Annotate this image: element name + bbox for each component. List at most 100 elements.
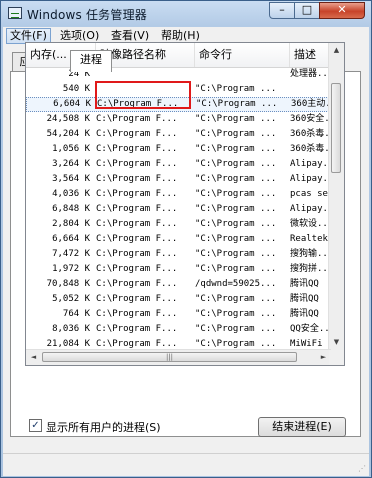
description-cell: 360杀毒... bbox=[290, 144, 331, 154]
vertical-scroll-thumb[interactable] bbox=[331, 83, 341, 173]
end-process-button[interactable]: 结束进程(E) bbox=[258, 417, 346, 437]
table-row[interactable]: 70,848 K C:\Program F... /qdwnd=59025... 腾讯… bbox=[26, 277, 331, 292]
memory-cell: 1,056 K bbox=[52, 144, 90, 154]
table-row[interactable]: 8,036 K C:\Program F... "C:\Program ... QQ安… bbox=[26, 322, 331, 337]
tab-processes[interactable]: 进程 bbox=[70, 50, 112, 72]
description-cell: 360杀毒... bbox=[290, 129, 331, 139]
table-row[interactable]: 540 K "C:\Program ... bbox=[26, 82, 331, 97]
process-list[interactable]: 内存(... 映像路径名称 命令行 描述 24 K 处理器... 540 K "C:\… bbox=[25, 42, 345, 366]
description-cell: 搜狗拼... bbox=[290, 264, 331, 274]
description-cell: 腾讯QQ bbox=[290, 309, 319, 319]
image-path-cell: C:\Program F... bbox=[96, 249, 178, 259]
table-row[interactable]: 5,052 K C:\Program F... "C:\Program ... 腾讯Q… bbox=[26, 292, 331, 307]
image-path-cell: C:\Program F... bbox=[96, 114, 178, 124]
image-path-cell: C:\Program F... bbox=[96, 264, 178, 274]
memory-cell: 3,564 K bbox=[52, 174, 90, 184]
title-bar[interactable]: Windows 任务管理器 – □ ✕ bbox=[1, 1, 371, 27]
image-path-cell: C:\Program F... bbox=[96, 144, 178, 154]
description-cell: 搜狗输... bbox=[290, 249, 331, 259]
table-row[interactable]: 4,036 K C:\Program F... "C:\Program ... pca… bbox=[26, 187, 331, 202]
description-cell: Alipay... bbox=[290, 204, 331, 214]
command-line-cell: "C:\Program ... bbox=[195, 129, 277, 139]
command-line-cell: "C:\Program ... bbox=[195, 144, 277, 154]
description-cell: 360安全... bbox=[290, 114, 331, 124]
memory-cell: 2,804 K bbox=[52, 219, 90, 229]
memory-cell: 8,036 K bbox=[52, 324, 90, 334]
memory-cell: 6,848 K bbox=[52, 204, 90, 214]
description-cell: Realtek... bbox=[290, 234, 331, 244]
table-row[interactable]: 6,848 K C:\Program F... "C:\Program ... Ali… bbox=[26, 202, 331, 217]
command-line-cell: /qdwnd=59025... bbox=[195, 279, 277, 289]
memory-cell: 5,052 K bbox=[52, 294, 90, 304]
description-cell: pcas se... bbox=[290, 189, 331, 199]
memory-cell: 6,664 K bbox=[52, 234, 90, 244]
table-row[interactable]: 3,264 K C:\Program F... "C:\Program ... Ali… bbox=[26, 157, 331, 172]
image-path-cell: C:\Program F... bbox=[96, 309, 178, 319]
command-line-cell: "C:\Program ... bbox=[195, 159, 277, 169]
scrollbar-corner bbox=[329, 350, 344, 365]
description-cell: 360主动... bbox=[291, 99, 332, 109]
column-command-line[interactable]: 命令行 bbox=[195, 43, 290, 67]
description-cell: QQ安全... bbox=[290, 324, 331, 334]
memory-cell: 540 K bbox=[62, 84, 90, 94]
memory-cell: 7,472 K bbox=[52, 249, 90, 259]
show-all-users-checkbox[interactable]: ✓ bbox=[29, 419, 42, 432]
scroll-up-arrow-icon[interactable]: ▲ bbox=[329, 43, 344, 58]
vertical-scrollbar[interactable]: ▲ ▼ bbox=[328, 43, 344, 350]
status-bar: ⋰ bbox=[3, 453, 369, 476]
image-path-cell: C:\Program F... bbox=[97, 99, 179, 109]
description-cell: Alipay... bbox=[290, 159, 331, 169]
memory-cell: 70,848 K bbox=[46, 279, 90, 289]
image-path-cell: C:\Program F... bbox=[96, 219, 178, 229]
task-manager-window: Windows 任务管理器 – □ ✕ 文件(F) 选项(O) 查看(V) 帮助… bbox=[0, 0, 372, 478]
table-row[interactable]: 6,604 K C:\Program F... "C:\Program ... 360… bbox=[26, 97, 332, 112]
memory-cell: 764 K bbox=[62, 309, 90, 319]
window-title: Windows 任务管理器 bbox=[27, 8, 147, 22]
horizontal-scroll-thumb[interactable]: ||| bbox=[42, 352, 297, 362]
command-line-cell: "C:\Program ... bbox=[195, 324, 277, 334]
memory-cell: 1,972 K bbox=[52, 264, 90, 274]
description-cell: 处理器... bbox=[290, 69, 331, 79]
task-manager-app-icon bbox=[8, 7, 22, 19]
command-line-cell: "C:\Program ... bbox=[195, 294, 277, 304]
command-line-cell: "C:\Program ... bbox=[195, 309, 277, 319]
command-line-cell: "C:\Program ... bbox=[195, 249, 277, 259]
show-all-users-label[interactable]: 显示所有用户的进程(S) bbox=[46, 419, 161, 435]
table-row[interactable]: 24,508 K C:\Program F... "C:\Program ... 36… bbox=[26, 112, 331, 127]
memory-cell: 24,508 K bbox=[46, 114, 90, 124]
column-description[interactable]: 描述 bbox=[290, 43, 331, 67]
resize-grip-icon[interactable]: ⋰ bbox=[358, 464, 366, 473]
image-path-cell: C:\Program F... bbox=[96, 324, 178, 334]
description-cell: 腾讯QQ bbox=[290, 279, 319, 289]
minimize-button[interactable]: – bbox=[269, 2, 295, 19]
image-path-cell: C:\Program F... bbox=[96, 189, 178, 199]
command-line-cell: "C:\Program ... bbox=[195, 114, 277, 124]
table-row[interactable]: 3,564 K C:\Program F... "C:\Program ... Ali… bbox=[26, 172, 331, 187]
command-line-cell: "C:\Program ... bbox=[195, 174, 277, 184]
scroll-left-arrow-icon[interactable]: ◄ bbox=[26, 350, 41, 365]
maximize-button[interactable]: □ bbox=[294, 2, 320, 19]
memory-cell: 6,604 K bbox=[53, 99, 91, 109]
table-row[interactable]: 54,204 K C:\Program F... "C:\Program ... 36… bbox=[26, 127, 331, 142]
image-path-cell: C:\Program F... bbox=[96, 159, 178, 169]
table-row[interactable]: 7,472 K C:\Program F... "C:\Program ... 搜狗输… bbox=[26, 247, 331, 262]
memory-cell: 4,036 K bbox=[52, 189, 90, 199]
table-row[interactable]: 6,664 K C:\Program F... "C:\Program ... Rea… bbox=[26, 232, 331, 247]
description-cell: 腾讯QQ bbox=[290, 294, 319, 304]
image-path-cell: C:\Program F... bbox=[96, 204, 178, 214]
image-path-cell: C:\Program F... bbox=[96, 279, 178, 289]
description-cell: Alipay... bbox=[290, 174, 331, 184]
image-path-cell: C:\Program F... bbox=[96, 174, 178, 184]
table-row[interactable]: 1,056 K C:\Program F... "C:\Program ... 360… bbox=[26, 142, 331, 157]
image-path-cell: C:\Program F... bbox=[96, 234, 178, 244]
table-row[interactable]: 2,804 K C:\Program F... "C:\Program ... 微软设… bbox=[26, 217, 331, 232]
description-cell: 微软设... bbox=[290, 219, 331, 229]
table-row[interactable]: 1,972 K C:\Program F... "C:\Program ... 搜狗拼… bbox=[26, 262, 331, 277]
scroll-down-arrow-icon[interactable]: ▼ bbox=[329, 335, 344, 350]
command-line-cell: "C:\Program ... bbox=[195, 219, 277, 229]
table-row[interactable]: 764 K C:\Program F... "C:\Program ... 腾讯QQ bbox=[26, 307, 331, 322]
close-button[interactable]: ✕ bbox=[319, 2, 365, 19]
image-path-cell: C:\Program F... bbox=[96, 294, 178, 304]
process-rows: 24 K 处理器... 540 K "C:\Program ... 6,604 K C:\… bbox=[26, 67, 332, 365]
horizontal-scrollbar[interactable]: ◄ ||| ► bbox=[26, 349, 331, 365]
